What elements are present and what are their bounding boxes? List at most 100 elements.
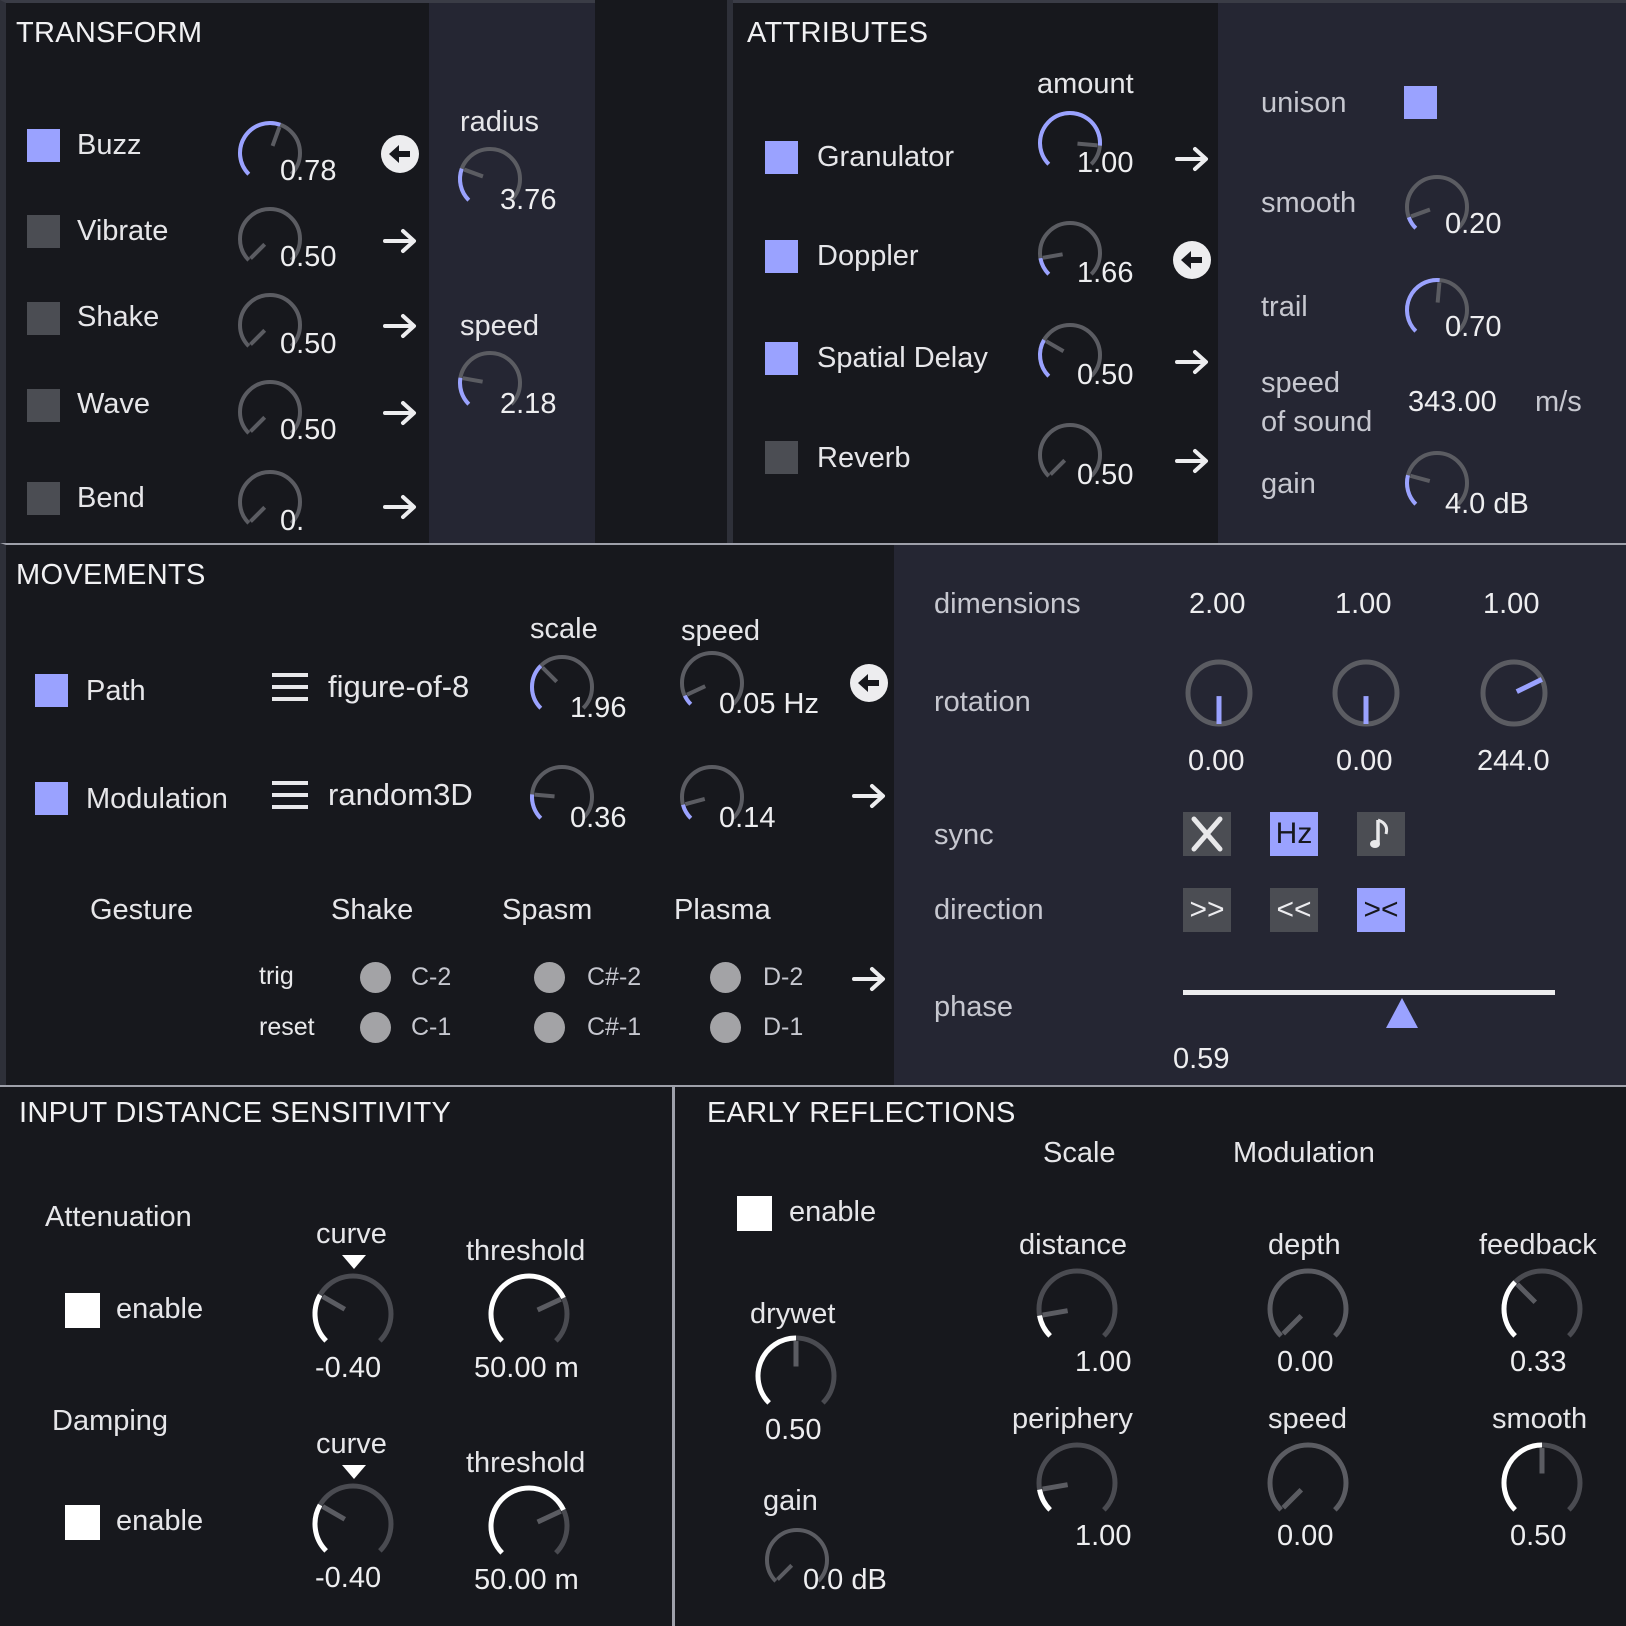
- gain-label: gain: [763, 1485, 818, 1517]
- attenuation-curve-knob[interactable]: [310, 1271, 396, 1357]
- depth-knob[interactable]: [1265, 1266, 1351, 1352]
- direction-forward-button[interactable]: >>: [1183, 888, 1231, 932]
- right-arrow-icon[interactable]: [383, 492, 419, 522]
- periphery-knob[interactable]: [1034, 1440, 1120, 1526]
- speed-of-sound-unit: m/s: [1535, 386, 1582, 418]
- path-mode-dropdown[interactable]: figure-of-8: [328, 671, 469, 702]
- menu-icon[interactable]: [272, 781, 308, 811]
- dimension-z-value[interactable]: 1.00: [1483, 590, 1539, 619]
- trail-value: 0.70: [1445, 311, 1502, 343]
- circle-left-arrow-icon[interactable]: [380, 134, 420, 174]
- right-arrow-icon[interactable]: [1175, 347, 1211, 377]
- rotation-z-knob[interactable]: [1479, 658, 1549, 728]
- vibrate-label: Vibrate: [77, 215, 169, 247]
- attenuation-label: Attenuation: [45, 1201, 192, 1233]
- modulation-toggle[interactable]: [35, 782, 68, 815]
- spasm-reset-led[interactable]: [534, 1012, 565, 1043]
- menu-icon[interactable]: [272, 673, 308, 703]
- attenuation-threshold-label: threshold: [466, 1235, 586, 1267]
- circle-left-arrow-icon[interactable]: [1172, 240, 1212, 280]
- drywet-knob[interactable]: [753, 1333, 839, 1419]
- speed-label: speed: [460, 310, 540, 342]
- distance-knob[interactable]: [1034, 1266, 1120, 1352]
- sync-off-button[interactable]: [1183, 812, 1231, 856]
- speed-value: 2.18: [500, 388, 557, 420]
- damping-curve-label: curve: [316, 1428, 387, 1460]
- phase-label: phase: [934, 991, 1014, 1023]
- spasm-trig-led[interactable]: [534, 962, 565, 993]
- direction-pingpong-button[interactable]: ><: [1357, 888, 1405, 932]
- plasma-reset-note: D-1: [763, 1013, 804, 1041]
- bend-label: Bend: [77, 482, 145, 514]
- right-arrow-icon[interactable]: [1175, 144, 1211, 174]
- phase-slider-thumb[interactable]: [1385, 996, 1419, 1030]
- attenuation-enable-label: enable: [116, 1293, 204, 1325]
- plasma-trig-led[interactable]: [710, 962, 741, 993]
- doppler-value: 1.66: [1077, 257, 1134, 289]
- feedback-knob[interactable]: [1499, 1266, 1585, 1352]
- right-arrow-icon[interactable]: [852, 964, 888, 994]
- doppler-label: Doppler: [817, 240, 919, 272]
- gesture-column-spasm: Spasm: [502, 894, 593, 926]
- circle-left-arrow-icon[interactable]: [849, 663, 889, 703]
- trail-label: trail: [1261, 291, 1308, 323]
- spatial-delay-label: Spatial Delay: [817, 342, 988, 374]
- speed-knob[interactable]: [1265, 1440, 1351, 1526]
- dimension-x-value[interactable]: 2.00: [1189, 590, 1245, 619]
- buzz-toggle[interactable]: [27, 129, 60, 162]
- path-toggle[interactable]: [35, 674, 68, 707]
- shake-trig-led[interactable]: [360, 962, 391, 993]
- shake-toggle[interactable]: [27, 302, 60, 335]
- right-arrow-icon[interactable]: [1175, 446, 1211, 476]
- doppler-toggle[interactable]: [765, 240, 798, 273]
- damping-enable-checkbox[interactable]: [65, 1505, 100, 1540]
- attenuation-threshold-knob[interactable]: [486, 1271, 572, 1357]
- direction-backward-button[interactable]: <<: [1270, 888, 1318, 932]
- dimension-y-value[interactable]: 1.00: [1335, 590, 1391, 619]
- damping-threshold-knob[interactable]: [486, 1483, 572, 1569]
- speed-of-sound-value[interactable]: 343.00: [1408, 388, 1497, 417]
- early-reflections-enable-checkbox[interactable]: [737, 1196, 772, 1231]
- granulator-toggle[interactable]: [765, 141, 798, 174]
- speed-of-sound-label: of sound: [1261, 406, 1373, 438]
- damping-curve-value: -0.40: [315, 1562, 382, 1594]
- distance-label: distance: [1019, 1229, 1128, 1261]
- wave-toggle[interactable]: [27, 389, 60, 422]
- speed-label: speed: [681, 615, 761, 647]
- smooth-knob[interactable]: [1499, 1440, 1585, 1526]
- phase-slider-track[interactable]: [1183, 990, 1555, 995]
- rotation-x-value: 0.00: [1188, 745, 1245, 777]
- rotation-x-knob[interactable]: [1184, 658, 1254, 728]
- shake-reset-led[interactable]: [360, 1012, 391, 1043]
- right-arrow-icon[interactable]: [383, 398, 419, 428]
- vibrate-toggle[interactable]: [27, 215, 60, 248]
- rotation-z-value: 244.0: [1477, 745, 1550, 777]
- granulator-label: Granulator: [817, 141, 955, 173]
- speed-label: speed: [1268, 1403, 1348, 1435]
- modulation-label: Modulation: [86, 783, 228, 815]
- reverb-toggle[interactable]: [765, 441, 798, 474]
- bend-toggle[interactable]: [27, 482, 60, 515]
- distance-value: 1.00: [1075, 1346, 1132, 1378]
- rotation-y-knob[interactable]: [1331, 658, 1401, 728]
- right-arrow-icon[interactable]: [383, 226, 419, 256]
- spatial-delay-toggle[interactable]: [765, 342, 798, 375]
- attenuation-enable-checkbox[interactable]: [65, 1293, 100, 1328]
- spacer-column: [595, 0, 733, 543]
- sync-hz-button[interactable]: Hz: [1270, 812, 1318, 856]
- periphery-value: 1.00: [1075, 1520, 1132, 1552]
- gain-value: 4.0 dB: [1445, 488, 1529, 520]
- gesture-label: Gesture: [90, 894, 194, 926]
- gain-label: gain: [1261, 468, 1316, 500]
- sync-note-button[interactable]: [1357, 812, 1405, 856]
- right-arrow-icon[interactable]: [852, 781, 888, 811]
- reverb-value: 0.50: [1077, 459, 1134, 491]
- gesture-column-plasma: Plasma: [674, 894, 771, 926]
- modulation-mode-dropdown[interactable]: random3D: [328, 779, 473, 810]
- transform-side-panel: [429, 3, 595, 543]
- modulation-scale-value: 0.36: [570, 802, 627, 834]
- right-arrow-icon[interactable]: [383, 311, 419, 341]
- damping-curve-knob[interactable]: [310, 1481, 396, 1567]
- unison-toggle[interactable]: [1404, 86, 1437, 119]
- plasma-reset-led[interactable]: [710, 1012, 741, 1043]
